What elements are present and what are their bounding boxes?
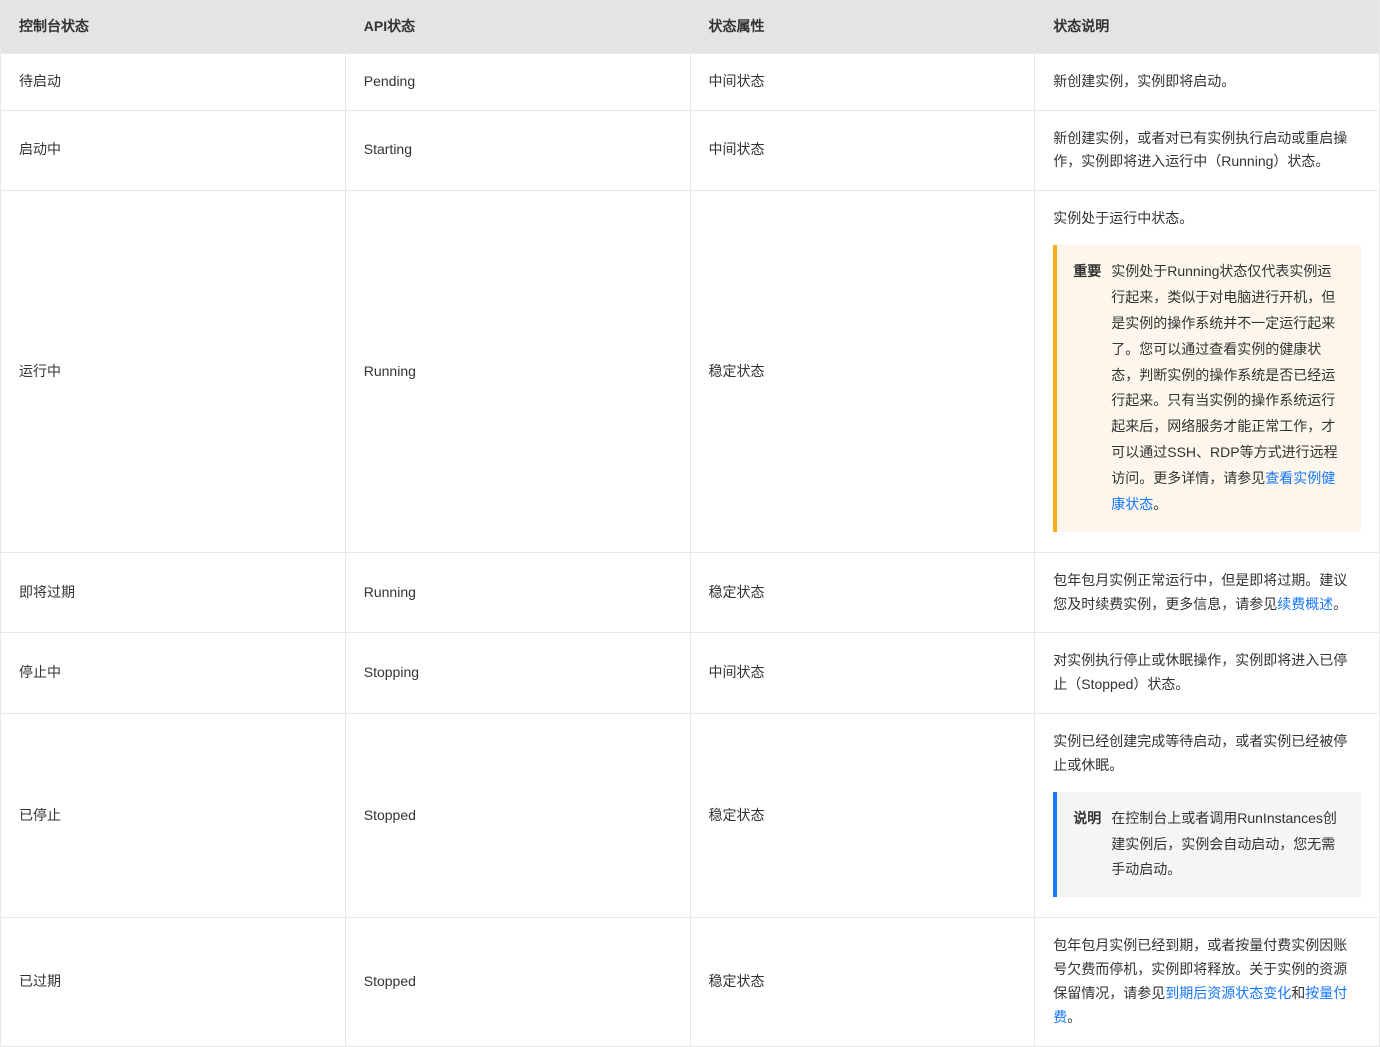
cell-api-status: Running [345,552,690,633]
cell-api-status: Pending [345,53,690,110]
table-row: 启动中 Starting 中间状态 新创建实例，或者对已有实例执行启动或重启操作… [1,110,1380,191]
cell-status-desc: 包年包月实例已经到期，或者按量付费实例因账号欠费而停机，实例即将释放。关于实例的… [1035,918,1380,1046]
status-table: 控制台状态 API状态 状态属性 状态说明 待启动 Pending 中间状态 新… [0,0,1380,1047]
callout-body: 实例处于Running状态仅代表实例运行起来，类似于对电脑进行开机，但是实例的操… [1111,259,1345,518]
desc-text: 新创建实例，或者对已有实例执行启动或重启操作，实例即将进入运行中（Running… [1053,130,1347,170]
header-api-status: API状态 [345,1,690,54]
callout-body: 在控制台上或者调用RunInstances创建实例后，实例会自动启动，您无需手动… [1111,806,1345,884]
table-row: 已过期 Stopped 稳定状态 包年包月实例已经到期，或者按量付费实例因账号欠… [1,918,1380,1046]
cell-console-status: 待启动 [1,53,346,110]
desc-text-post: 。 [1067,1009,1081,1025]
cell-api-status: Stopped [345,918,690,1046]
cell-status-desc: 新创建实例，实例即将启动。 [1035,53,1380,110]
cell-status-desc: 实例处于运行中状态。 重要 实例处于Running状态仅代表实例运行起来，类似于… [1035,191,1380,553]
cell-status-attr: 稳定状态 [690,552,1035,633]
cell-status-desc: 新创建实例，或者对已有实例执行启动或重启操作，实例即将进入运行中（Running… [1035,110,1380,191]
desc-text-post: 。 [1333,596,1347,612]
cell-status-attr: 中间状态 [690,53,1035,110]
header-status-desc: 状态说明 [1035,1,1380,54]
cell-status-attr: 稳定状态 [690,714,1035,918]
table-row: 运行中 Running 稳定状态 实例处于运行中状态。 重要 实例处于Runni… [1,191,1380,553]
cell-api-status: Starting [345,110,690,191]
desc-text-mid: 和 [1291,985,1305,1001]
table-row: 待启动 Pending 中间状态 新创建实例，实例即将启动。 [1,53,1380,110]
table-row: 已停止 Stopped 稳定状态 实例已经创建完成等待启动，或者实例已经被停止或… [1,714,1380,918]
cell-status-attr: 稳定状态 [690,918,1035,1046]
desc-text: 新创建实例，实例即将启动。 [1053,73,1235,89]
header-console-status: 控制台状态 [1,1,346,54]
callout-label: 说明 [1073,806,1101,884]
cell-status-desc: 包年包月实例正常运行中，但是即将过期。建议您及时续费实例，更多信息，请参见续费概… [1035,552,1380,633]
table-row: 即将过期 Running 稳定状态 包年包月实例正常运行中，但是即将过期。建议您… [1,552,1380,633]
table-header-row: 控制台状态 API状态 状态属性 状态说明 [1,1,1380,54]
desc-text: 对实例执行停止或休眠操作，实例即将进入已停止（Stopped）状态。 [1053,652,1347,692]
cell-api-status: Running [345,191,690,553]
callout-body-pre: 实例处于Running状态仅代表实例运行起来，类似于对电脑进行开机，但是实例的操… [1111,263,1337,486]
cell-api-status: Stopping [345,633,690,714]
cell-status-desc: 对实例执行停止或休眠操作，实例即将进入已停止（Stopped）状态。 [1035,633,1380,714]
cell-status-attr: 中间状态 [690,110,1035,191]
cell-console-status: 运行中 [1,191,346,553]
cell-status-attr: 中间状态 [690,633,1035,714]
callout-label: 重要 [1073,259,1101,518]
cell-console-status: 已停止 [1,714,346,918]
header-status-attr: 状态属性 [690,1,1035,54]
cell-console-status: 已过期 [1,918,346,1046]
callout-body-post: 。 [1153,496,1167,512]
cell-status-attr: 稳定状态 [690,191,1035,553]
link-renewal-overview[interactable]: 续费概述 [1277,596,1333,612]
cell-api-status: Stopped [345,714,690,918]
cell-console-status: 即将过期 [1,552,346,633]
cell-console-status: 启动中 [1,110,346,191]
table-row: 停止中 Stopping 中间状态 对实例执行停止或休眠操作，实例即将进入已停止… [1,633,1380,714]
cell-console-status: 停止中 [1,633,346,714]
desc-text: 实例已经创建完成等待启动，或者实例已经被停止或休眠。 [1053,730,1361,778]
callout-note: 说明 在控制台上或者调用RunInstances创建实例后，实例会自动启动，您无… [1053,792,1361,898]
desc-text: 实例处于运行中状态。 [1053,207,1361,231]
link-expired-resource-state[interactable]: 到期后资源状态变化 [1165,985,1291,1001]
cell-status-desc: 实例已经创建完成等待启动，或者实例已经被停止或休眠。 说明 在控制台上或者调用R… [1035,714,1380,918]
callout-important: 重要 实例处于Running状态仅代表实例运行起来，类似于对电脑进行开机，但是实… [1053,245,1361,532]
